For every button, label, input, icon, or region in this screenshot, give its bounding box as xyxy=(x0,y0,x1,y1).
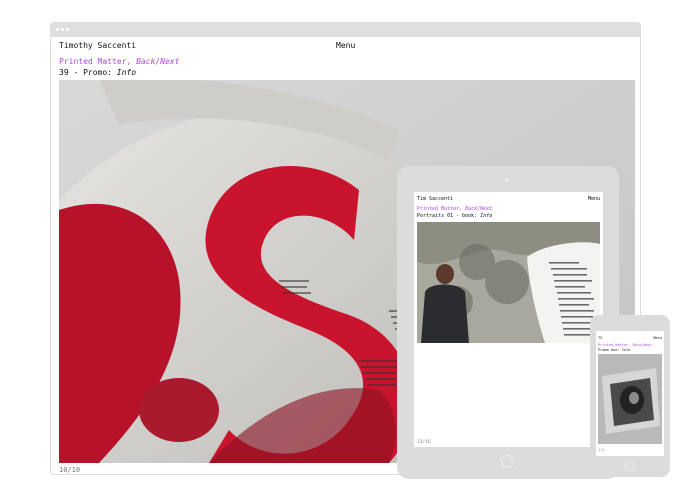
site-name-link[interactable]: TS xyxy=(598,336,602,340)
tablet-project-line: Portraits 01 - book: Info xyxy=(417,213,492,219)
back-next-link[interactable]: Back/Next xyxy=(633,343,652,347)
phone-project-line: Promo One: Info xyxy=(598,348,630,352)
home-button-icon[interactable] xyxy=(625,461,635,471)
project-label: Promo One: xyxy=(598,348,622,352)
site-name-link[interactable]: Timothy Saccenti xyxy=(59,41,136,50)
project-label: Portraits 01 - book: xyxy=(417,213,481,219)
phone-screen: TS Menu Printed Matter, Back/Next Promo … xyxy=(596,331,664,456)
tablet-screen: Tim Saccenti Menu Printed Matter, Back/N… xyxy=(414,192,603,447)
site-header: Timothy Saccenti Menu xyxy=(59,41,632,53)
camera-icon xyxy=(505,179,508,182)
menu-link[interactable]: Menu xyxy=(588,196,600,202)
info-link[interactable]: Info xyxy=(117,68,136,77)
back-next-link[interactable]: Back/Next xyxy=(465,206,492,212)
section-title: Printed Matter, Back/Next xyxy=(59,57,179,66)
project-label: 39 - Promo: xyxy=(59,68,117,77)
phone-photo[interactable] xyxy=(598,354,662,444)
section-label: Printed Matter, xyxy=(59,57,137,66)
window-dot-icon[interactable] xyxy=(56,28,59,31)
book-photo-image xyxy=(417,222,600,343)
section-label: Printed Matter, xyxy=(598,343,633,347)
project-line: 39 - Promo: Info xyxy=(59,68,136,77)
tablet-device: Tim Saccenti Menu Printed Matter, Back/N… xyxy=(397,166,619,479)
tablet-section-title: Printed Matter, Back/Next xyxy=(417,206,492,212)
window-dot-icon[interactable] xyxy=(66,28,69,31)
image-counter: 1/2 xyxy=(598,448,605,452)
info-link[interactable]: Info xyxy=(480,213,492,219)
phone-site-header: TS Menu xyxy=(598,336,662,340)
menu-link[interactable]: Menu xyxy=(336,41,355,50)
image-counter: 13/16 xyxy=(417,440,431,445)
browser-titlebar xyxy=(51,23,640,37)
phone-device: TS Menu Printed Matter, Back/Next Promo … xyxy=(590,315,670,477)
site-name-link[interactable]: Tim Saccenti xyxy=(417,196,453,202)
info-link[interactable]: Info xyxy=(622,348,631,352)
image-counter: 10/10 xyxy=(59,466,81,474)
section-label: Printed Matter, xyxy=(417,206,466,212)
tablet-photo[interactable] xyxy=(417,222,600,343)
record-sleeve-image xyxy=(598,354,662,444)
home-button-icon[interactable] xyxy=(501,455,514,468)
tablet-site-header: Tim Saccenti Menu xyxy=(417,196,600,202)
window-dot-icon[interactable] xyxy=(61,28,64,31)
menu-link[interactable]: Menu xyxy=(653,336,662,340)
back-next-link[interactable]: Back/Next xyxy=(136,57,179,66)
phone-section-title: Printed Matter, Back/Next xyxy=(598,343,652,347)
